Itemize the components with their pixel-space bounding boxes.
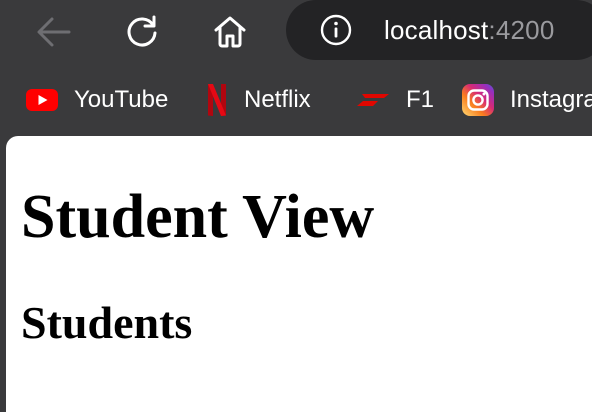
bookmark-label: F1 [406,86,435,113]
navigation-bar: localhost:4200 [0,0,592,64]
youtube-icon [26,89,58,111]
bookmark-label: YouTube [74,86,169,113]
home-icon [214,16,246,48]
reload-button[interactable] [120,10,164,54]
bookmark-youtube[interactable]: YouTube [26,82,168,118]
f1-icon [357,94,389,106]
bookmarks-bar: YouTube Netflix F1 Instagra [0,72,592,128]
bookmark-netflix[interactable]: Netflix [206,82,311,118]
bookmark-f1[interactable]: F1 [356,82,434,118]
url-host: localhost [384,15,489,45]
browser-chrome: localhost:4200 YouTube Netflix F1 Instag… [0,0,592,136]
info-icon[interactable] [320,14,352,46]
instagram-icon [462,84,494,116]
arrow-left-icon [37,17,71,47]
url-port: :4200 [488,15,555,45]
netflix-icon [208,84,226,116]
address-bar[interactable]: localhost:4200 [286,0,592,60]
back-button[interactable] [32,10,76,54]
home-button[interactable] [208,10,252,54]
section-heading: Students [21,297,193,348]
bookmark-instagram[interactable]: Instagra [462,82,592,118]
url-text[interactable]: localhost:4200 [384,14,555,46]
bookmark-label: Netflix [244,86,311,113]
page-content: Student View Students [6,136,592,412]
bookmark-label: Instagra [510,86,592,113]
reload-icon [127,15,157,47]
page-title: Student View [21,183,375,251]
